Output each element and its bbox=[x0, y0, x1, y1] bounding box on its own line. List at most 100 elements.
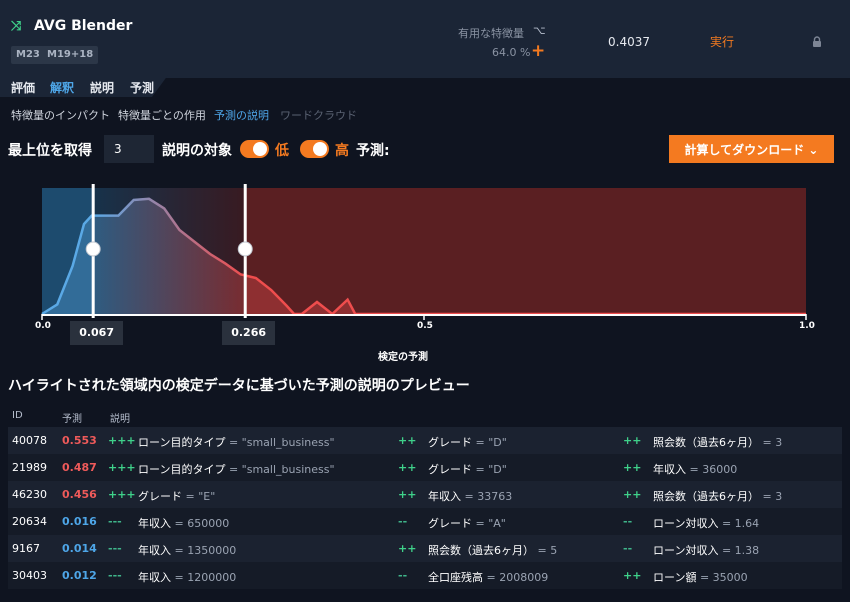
explanation-cell: グレード = "A" bbox=[428, 515, 506, 531]
chevron-down-icon: ⌄ bbox=[808, 142, 819, 157]
feature-name: 全口座残高 bbox=[428, 571, 483, 584]
feature-name: 年収入 bbox=[138, 544, 171, 557]
table-row: 46230 0.456 +++ グレード = "E" ++ 年収入 = 33763 ++ 照会… bbox=[8, 481, 842, 508]
x-tick-label: 0.0 bbox=[35, 321, 51, 331]
explanation-cell: グレード = "E" bbox=[138, 488, 215, 504]
low-threshold-handle[interactable] bbox=[85, 241, 101, 257]
explanation-cell: ローン額 = 35000 bbox=[653, 569, 748, 585]
feature-value: = 2008009 bbox=[483, 571, 549, 584]
toggle-knob bbox=[313, 142, 327, 156]
feature-name: 照会数（過去6ヶ月） bbox=[653, 436, 759, 449]
table-row: 30403 0.012 --- 年収入 = 1200000 -- 全口座残高 = 2008… bbox=[8, 562, 842, 589]
row-id: 30403 bbox=[12, 569, 47, 582]
header-explanation: 説明 bbox=[110, 414, 130, 425]
prediction-distribution-chart bbox=[41, 184, 807, 320]
row-prediction: 0.553 bbox=[62, 434, 97, 447]
strength-indicator: ++ bbox=[623, 569, 642, 582]
feature-value: = 3 bbox=[759, 490, 783, 503]
feature-value: = 1200000 bbox=[171, 571, 237, 584]
strength-indicator: ++ bbox=[623, 461, 642, 474]
tab-interpretation[interactable]: 解釈 bbox=[50, 79, 74, 96]
strength-indicator: ++ bbox=[398, 488, 417, 501]
explanation-cell: ローン目的タイプ = "small_business" bbox=[138, 434, 335, 450]
table-row: 40078 0.553 +++ ローン目的タイプ = "small_business"… bbox=[8, 427, 842, 454]
header-id: ID bbox=[12, 410, 23, 421]
feature-name: 年収入 bbox=[428, 490, 461, 503]
explanation-cell: 年収入 = 650000 bbox=[138, 515, 229, 531]
table-header: ID 予測 説明 bbox=[8, 403, 842, 427]
compute-download-button[interactable]: 計算してダウンロード ⌄ bbox=[669, 135, 834, 163]
low-toggle[interactable] bbox=[240, 140, 269, 158]
feature-value: = 5 bbox=[534, 544, 558, 557]
blender-model-icon: ⤨ bbox=[11, 19, 22, 34]
row-prediction: 0.487 bbox=[62, 461, 97, 474]
strength-indicator: +++ bbox=[108, 434, 136, 447]
explanation-cell: 照会数（過去6ヶ月） = 3 bbox=[653, 488, 782, 504]
feature-value: = "E" bbox=[182, 490, 216, 503]
explanation-cell: ローン目的タイプ = "small_business" bbox=[138, 461, 335, 477]
strength-indicator: --- bbox=[108, 569, 122, 582]
table-row: 20634 0.016 --- 年収入 = 650000 -- グレード = "A" -- ロ… bbox=[8, 508, 842, 535]
strength-indicator: --- bbox=[108, 542, 122, 555]
row-id: 20634 bbox=[12, 515, 47, 528]
x-tick-label: 1.0 bbox=[799, 321, 815, 331]
table-row: 9167 0.014 --- 年収入 = 1350000 ++ 照会数（過去6ヶ月） = … bbox=[8, 535, 842, 562]
run-button[interactable]: 実行 bbox=[710, 33, 734, 50]
subtab-prediction-explanations[interactable]: 予測の説明 bbox=[214, 107, 269, 123]
feature-value: = 35000 bbox=[696, 571, 748, 584]
model-tag: M23 bbox=[11, 46, 45, 64]
feature-value: = "small_business" bbox=[225, 436, 335, 449]
feature-value: = 650000 bbox=[171, 517, 230, 530]
preview-title: ハイライトされた領域内の検定データに基づいた予測の説明のプレビュー bbox=[8, 378, 470, 394]
strength-indicator: +++ bbox=[108, 488, 136, 501]
subtab-feature-impact[interactable]: 特徴量のインパクト bbox=[11, 107, 110, 123]
feature-value: = "D" bbox=[472, 463, 507, 476]
tab-evaluation[interactable]: 評価 bbox=[11, 79, 35, 96]
row-id: 40078 bbox=[12, 434, 47, 447]
feature-value: = 33763 bbox=[461, 490, 513, 503]
model-tag: M19+18 bbox=[42, 46, 99, 64]
download-label: 計算してダウンロード bbox=[684, 142, 805, 157]
subtab-word-cloud[interactable]: ワードクラウド bbox=[280, 107, 357, 123]
strength-indicator: --- bbox=[108, 515, 122, 528]
row-prediction: 0.456 bbox=[62, 488, 97, 501]
row-id: 46230 bbox=[12, 488, 47, 501]
explanation-cell: 年収入 = 1350000 bbox=[138, 542, 236, 558]
low-threshold-label: 0.067 bbox=[70, 321, 123, 345]
useful-features-percent: 64.0 % bbox=[492, 46, 531, 59]
feature-name: ローン対収入 bbox=[653, 517, 719, 530]
explanation-cell: 年収入 = 36000 bbox=[653, 461, 737, 477]
x-axis-label: 検定の予測 bbox=[378, 352, 428, 363]
feature-name: グレード bbox=[428, 463, 472, 476]
feature-value: = "D" bbox=[472, 436, 507, 449]
tab-explanation[interactable]: 説明 bbox=[90, 79, 114, 96]
explanation-cell: 年収入 = 33763 bbox=[428, 488, 512, 504]
high-label: 高 bbox=[335, 143, 349, 159]
header-prediction: 予測 bbox=[62, 414, 82, 425]
row-prediction: 0.016 bbox=[62, 515, 97, 528]
feature-value: = 1.64 bbox=[718, 517, 760, 530]
feature-name: ローン対収入 bbox=[653, 544, 719, 557]
strength-indicator: ++ bbox=[398, 542, 417, 555]
row-prediction: 0.012 bbox=[62, 569, 97, 582]
subtab-feature-effects[interactable]: 特徴量ごとの作用 bbox=[118, 107, 206, 123]
feature-name: 年収入 bbox=[138, 517, 171, 530]
high-threshold-handle[interactable] bbox=[237, 241, 253, 257]
high-region bbox=[245, 188, 806, 314]
table-body: 40078 0.553 +++ ローン目的タイプ = "small_business"… bbox=[8, 427, 842, 589]
add-feature-icon[interactable]: + bbox=[531, 41, 545, 61]
high-toggle[interactable] bbox=[300, 140, 329, 158]
feature-list-icon[interactable]: ⌥ bbox=[533, 24, 546, 37]
top-count-input[interactable] bbox=[104, 135, 154, 163]
strength-indicator: +++ bbox=[108, 461, 136, 474]
tab-prediction[interactable]: 予測 bbox=[130, 79, 154, 96]
strength-indicator: -- bbox=[623, 515, 633, 528]
strength-indicator: -- bbox=[623, 542, 633, 555]
strength-indicator: ++ bbox=[398, 461, 417, 474]
feature-name: ローン額 bbox=[653, 571, 697, 584]
feature-name: 照会数（過去6ヶ月） bbox=[653, 490, 759, 503]
model-name: AVG Blender bbox=[34, 18, 133, 34]
feature-name: 年収入 bbox=[138, 571, 171, 584]
explanation-cell: 照会数（過去6ヶ月） = 5 bbox=[428, 542, 557, 558]
lock-icon bbox=[813, 36, 821, 47]
